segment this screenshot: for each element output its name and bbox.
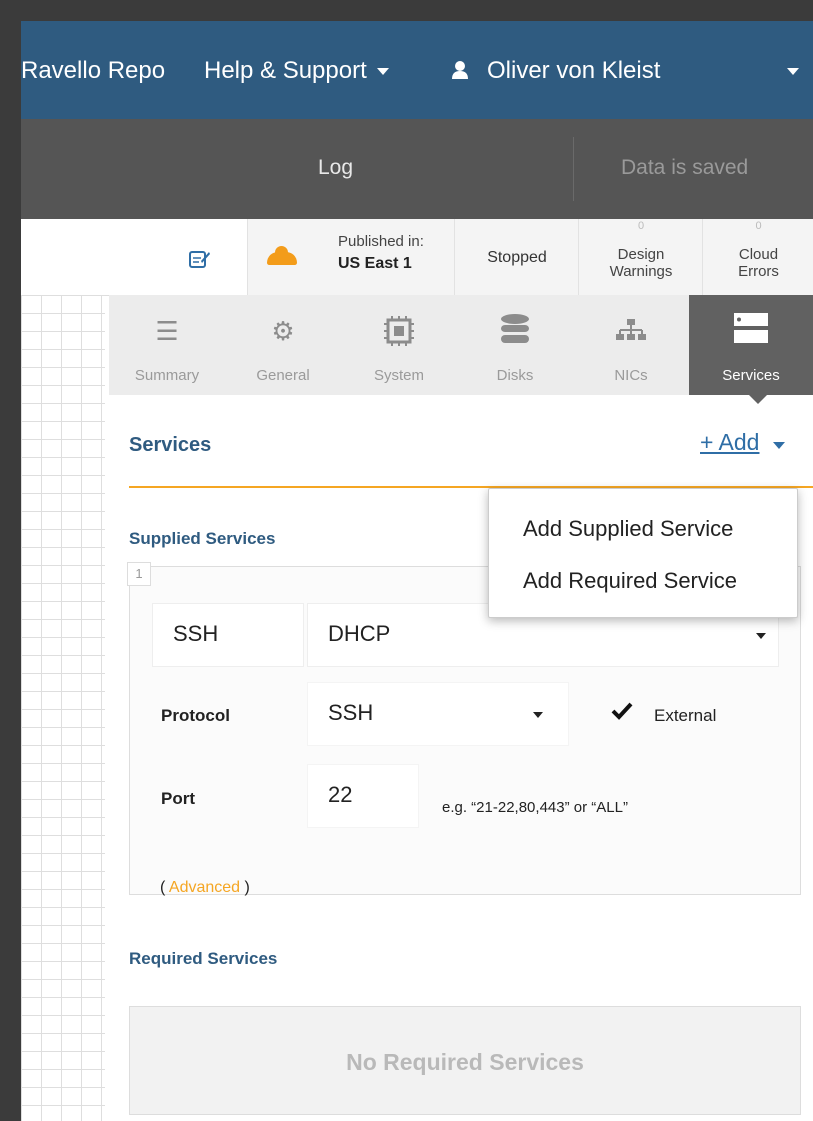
nav-user-menu[interactable]: Oliver von Kleist	[451, 57, 660, 85]
chevron-down-icon	[533, 712, 543, 718]
app-state: Stopped	[487, 249, 547, 266]
advanced-link[interactable]: Advanced	[169, 879, 240, 896]
advanced-open-paren: (	[160, 879, 166, 896]
log-button[interactable]: Log	[318, 156, 353, 180]
service-index-badge: 1	[127, 562, 151, 586]
server-icon	[734, 313, 768, 343]
app-window: Ravello Repo Help & Support Oliver von K…	[21, 21, 813, 1121]
service-name-value: SSH	[173, 621, 219, 646]
user-menu-chevron-icon[interactable]	[787, 68, 799, 75]
checkmark-icon	[611, 702, 633, 720]
gears-icon: ⚙	[271, 316, 295, 346]
protocol-value: SSH	[328, 700, 374, 725]
app-state-cell[interactable]: Stopped	[454, 219, 579, 295]
database-icon	[501, 314, 529, 343]
active-tab-pointer	[749, 395, 767, 404]
list-icon: ☰	[155, 316, 179, 346]
add-service-menu: Add Supplied Service Add Required Servic…	[488, 488, 798, 618]
design-warnings-label-2: Warnings	[609, 263, 673, 280]
required-services-heading: Required Services	[129, 949, 278, 968]
services-title: Services	[129, 434, 212, 456]
port-label: Port	[161, 789, 195, 808]
supplied-services-heading: Supplied Services	[129, 529, 276, 548]
tab-disks-label: Disks	[496, 367, 534, 384]
application-status-bar: Published in: US East 1 Stopped 0 Design…	[21, 219, 813, 296]
tab-system[interactable]: System	[341, 295, 458, 395]
cloud-icon	[267, 246, 297, 265]
required-services-empty: No Required Services	[346, 1049, 584, 1075]
tab-nics-label: NICs	[614, 367, 648, 384]
tab-system-label: System	[373, 367, 424, 384]
cloud-errors-label-2: Errors	[738, 263, 779, 280]
external-label: External	[654, 706, 717, 725]
protocol-label: Protocol	[161, 706, 230, 725]
design-warnings-label-1: Design	[617, 246, 665, 263]
published-region: US East 1	[338, 255, 412, 272]
menu-item-add-supplied[interactable]: Add Supplied Service	[523, 516, 733, 542]
design-warnings-count: 0	[637, 220, 645, 232]
tab-disks[interactable]: Disks	[457, 295, 574, 395]
save-status: Data is saved	[621, 156, 749, 179]
external-checkbox[interactable]	[606, 695, 638, 727]
menu-item-add-required[interactable]: Add Required Service	[523, 568, 737, 594]
edit-note-icon[interactable]	[189, 249, 211, 269]
tab-services-label: Services	[722, 367, 780, 384]
user-icon	[452, 61, 468, 79]
cloud-errors-count: 0	[755, 220, 762, 232]
chevron-down-icon	[376, 68, 389, 76]
chip-icon	[384, 316, 414, 346]
published-region-cell[interactable]: Published in: US East 1	[247, 219, 455, 295]
nav-user-name: Oliver von Kleist	[487, 57, 661, 84]
toolbar-divider	[573, 137, 574, 201]
add-service-link[interactable]: + Add	[700, 429, 759, 456]
published-label: Published in:	[338, 233, 424, 250]
network-icon	[616, 319, 646, 340]
port-hint: e.g. “21-22,80,443” or “ALL”	[442, 799, 628, 816]
nav-help-support[interactable]: Help & Support	[204, 57, 389, 85]
service-ip-value: DHCP	[328, 621, 391, 646]
cloud-errors-label-1: Cloud	[738, 246, 779, 263]
toolbar: Log Data is saved	[21, 119, 813, 219]
vm-tabs: ☰ Summary ⚙ General System Disks NICs Se…	[109, 295, 813, 395]
design-warnings-cell[interactable]: 0 Design Warnings	[578, 219, 703, 295]
advanced-toggle[interactable]: ( Advanced )	[160, 879, 250, 897]
nav-ravello-repo[interactable]: Ravello Repo	[21, 57, 165, 85]
tab-nics[interactable]: NICs	[573, 295, 690, 395]
tab-services[interactable]: Services	[689, 295, 813, 395]
top-navbar: Ravello Repo Help & Support Oliver von K…	[21, 21, 813, 119]
required-services-box: No Required Services	[129, 1006, 801, 1115]
canvas-grid[interactable]	[21, 295, 105, 1121]
tab-general[interactable]: ⚙ General	[225, 295, 342, 395]
add-chevron-down-icon[interactable]	[773, 442, 785, 449]
window-frame-left	[0, 0, 21, 1121]
advanced-close-paren: )	[244, 879, 250, 896]
tab-summary-label: Summary	[134, 367, 200, 384]
tab-general-label: General	[256, 367, 310, 384]
window-frame-top	[0, 0, 813, 21]
service-name-field[interactable]: SSH	[152, 603, 304, 667]
cloud-errors-cell[interactable]: 0 Cloud Errors	[702, 219, 813, 295]
tab-summary[interactable]: ☰ Summary	[109, 295, 226, 395]
nav-help-label: Help & Support	[204, 57, 367, 84]
port-input[interactable]: 22	[307, 764, 419, 828]
chevron-down-icon	[756, 633, 766, 639]
port-value: 22	[328, 782, 353, 807]
protocol-select[interactable]: SSH	[307, 682, 569, 746]
